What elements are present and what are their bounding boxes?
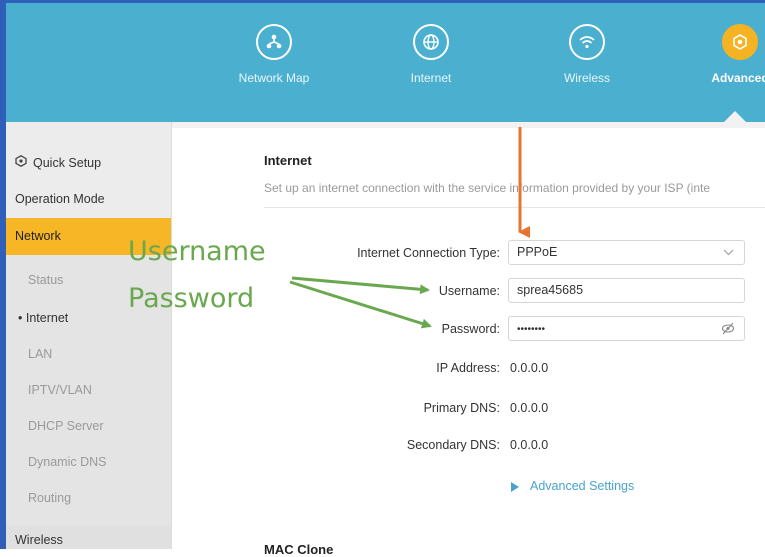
annotation-arrows — [289, 127, 530, 329]
